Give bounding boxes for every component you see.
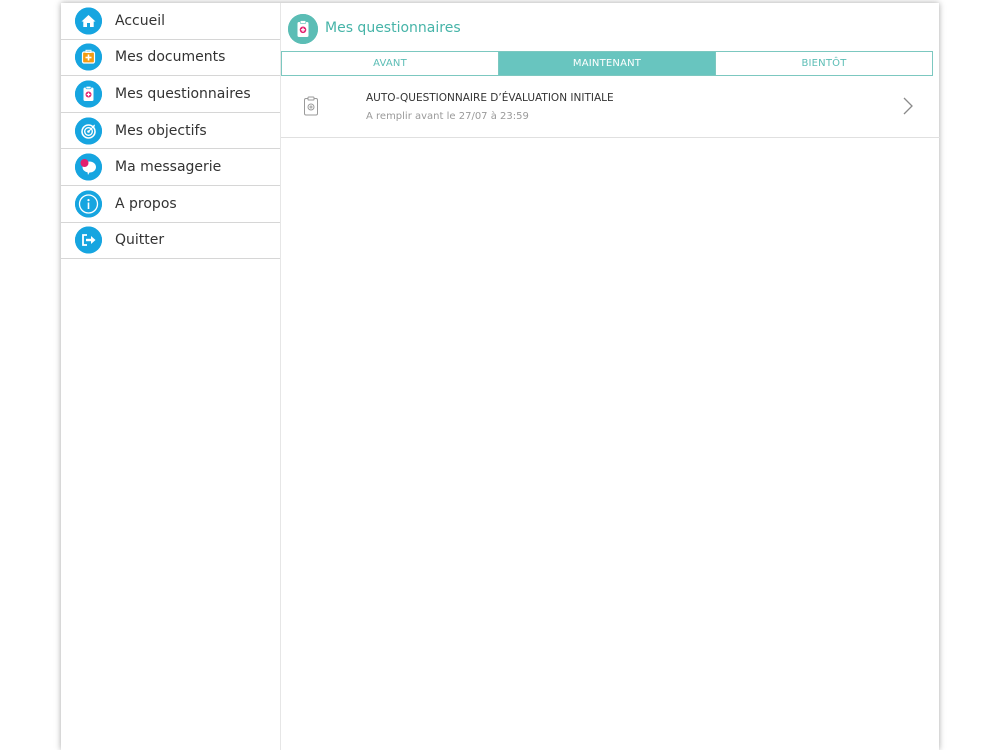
page-title: Mes questionnaires <box>325 20 461 36</box>
sidebar-item-label: Mes documents <box>115 49 226 66</box>
main-panel: Mes questionnaires AVANT MAINTENANT BIEN… <box>280 3 940 750</box>
sidebar-item-label: Mes questionnaires <box>115 85 251 102</box>
sidebar-item-label: Accueil <box>115 12 165 29</box>
clipboard-icon <box>288 14 318 44</box>
clipboard-icon <box>75 80 102 108</box>
sidebar-item-label: Mes objectifs <box>115 122 207 139</box>
questionnaire-row[interactable]: AUTO-QUESTIONNAIRE D’ÉVALUATION INITIALE… <box>281 78 940 138</box>
sidebar-item-label: Ma messagerie <box>115 159 222 176</box>
chat-bubble-icon <box>75 153 102 181</box>
sidebar-item-messagerie[interactable]: Ma messagerie <box>61 149 280 186</box>
sidebar-item-label: Quitter <box>115 232 165 249</box>
chevron-right-icon[interactable] <box>901 96 915 116</box>
medical-case-icon <box>75 43 102 71</box>
tab-avant[interactable]: AVANT <box>282 52 499 75</box>
clipboard-icon <box>303 96 319 116</box>
info-icon <box>75 190 102 218</box>
target-icon <box>75 117 102 145</box>
sidebar-item-documents[interactable]: Mes documents <box>61 40 280 77</box>
sidebar-item-objectifs[interactable]: Mes objectifs <box>61 113 280 150</box>
page-header: Mes questionnaires <box>281 3 939 50</box>
tab-maintenant[interactable]: MAINTENANT <box>499 52 716 75</box>
logout-icon <box>75 226 102 254</box>
app-window: Accueil Mes documents Mes questionnaires… <box>61 3 940 750</box>
tab-bar: AVANT MAINTENANT BIENTÔT <box>281 51 933 76</box>
tab-bientot[interactable]: BIENTÔT <box>716 52 932 75</box>
questionnaire-deadline: A remplir avant le 27/07 à 23:59 <box>366 111 529 122</box>
sidebar-item-questionnaires[interactable]: Mes questionnaires <box>61 76 280 113</box>
sidebar-item-label: A propos <box>115 195 177 212</box>
sidebar-item-a-propos[interactable]: A propos <box>61 186 280 223</box>
sidebar-item-quitter[interactable]: Quitter <box>61 223 280 260</box>
home-icon <box>75 7 102 35</box>
sidebar-item-accueil[interactable]: Accueil <box>61 3 280 40</box>
questionnaire-title: AUTO-QUESTIONNAIRE D’ÉVALUATION INITIALE <box>366 92 614 104</box>
sidebar-menu: Accueil Mes documents Mes questionnaires… <box>61 3 280 750</box>
